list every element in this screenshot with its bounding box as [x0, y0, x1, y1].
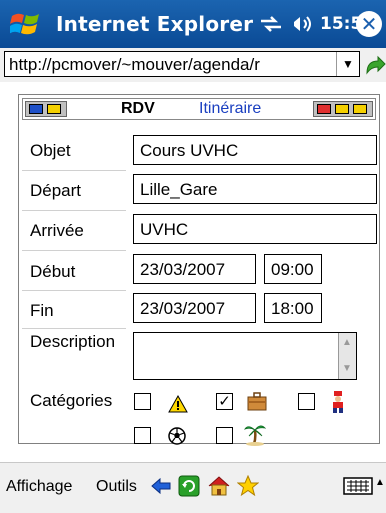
- menu-bar: Affichage Outils ▲: [0, 462, 386, 513]
- url-text: http://pcmover/~mouver/agenda/r: [9, 55, 260, 74]
- url-dropdown-icon[interactable]: ▼: [336, 52, 359, 76]
- category-checkbox-sport[interactable]: [134, 427, 151, 444]
- menu-affichage[interactable]: Affichage: [6, 478, 72, 496]
- back-arrow-icon[interactable]: [150, 475, 172, 497]
- arrivee-field[interactable]: UVHC: [133, 214, 377, 244]
- debut-label: Début: [30, 262, 76, 281]
- arrivee-label: Arrivée: [30, 221, 84, 240]
- toolbar-left-icons[interactable]: [25, 101, 67, 117]
- input-menu-arrow-icon[interactable]: ▲: [375, 477, 385, 488]
- address-bar: http://pcmover/~mouver/agenda/r ▼: [0, 48, 386, 82]
- tab-itineraire[interactable]: Itinéraire: [199, 100, 261, 118]
- debut-time-field[interactable]: 09:00: [264, 254, 322, 284]
- go-arrow-icon[interactable]: [364, 55, 386, 77]
- toolbar-right-icons[interactable]: [313, 101, 373, 117]
- category-checkbox-work[interactable]: ✓: [216, 393, 233, 410]
- objet-field[interactable]: Cours UVHC: [133, 135, 377, 165]
- grid-icon[interactable]: [29, 104, 43, 114]
- fin-date-field[interactable]: 23/03/2007: [133, 293, 256, 323]
- row-divider: [22, 210, 126, 211]
- debut-date-field[interactable]: 23/03/2007: [133, 254, 256, 284]
- arrow-down-icon[interactable]: [47, 104, 61, 114]
- url-input[interactable]: http://pcmover/~mouver/agenda/r ▼: [4, 51, 360, 77]
- fin-time-field[interactable]: 18:00: [264, 293, 322, 323]
- home-icon[interactable]: [208, 475, 230, 497]
- row-divider: [22, 328, 126, 329]
- palm-tree-icon: [244, 425, 266, 446]
- description-textarea[interactable]: ▲ ▼: [133, 332, 357, 380]
- description-label: Description: [30, 332, 116, 351]
- keyboard-icon[interactable]: [343, 475, 373, 497]
- grid-red-icon[interactable]: [317, 104, 331, 114]
- categories-label: Catégories: [30, 391, 113, 410]
- favorites-icon[interactable]: [237, 475, 259, 497]
- person-icon: [333, 391, 343, 413]
- title-bar: Internet Explorer 15:51 ✕: [0, 0, 386, 48]
- menu-outils[interactable]: Outils: [96, 478, 137, 496]
- close-button[interactable]: ✕: [356, 11, 382, 37]
- category-checkbox-person[interactable]: [298, 393, 315, 410]
- description-scrollbar[interactable]: ▲ ▼: [338, 333, 356, 379]
- warning-icon: [168, 394, 188, 413]
- windows-start-icon[interactable]: [10, 10, 40, 38]
- category-checkbox-vacation[interactable]: [216, 427, 233, 444]
- volume-icon[interactable]: [290, 13, 314, 35]
- connectivity-icon[interactable]: [259, 13, 283, 35]
- objet-label: Objet: [30, 141, 71, 160]
- delete-icon[interactable]: [335, 104, 349, 114]
- scroll-down-icon[interactable]: ▼: [341, 363, 353, 375]
- row-divider: [22, 250, 126, 251]
- app-title: Internet Explorer: [56, 12, 254, 36]
- refresh-icon[interactable]: [178, 475, 200, 497]
- soccer-ball-icon: [168, 427, 186, 445]
- fin-label: Fin: [30, 301, 54, 320]
- depart-label: Départ: [30, 181, 82, 200]
- row-divider: [22, 170, 126, 171]
- briefcase-icon: [247, 392, 267, 411]
- scroll-up-icon[interactable]: ▲: [341, 337, 353, 349]
- row-divider: [22, 290, 126, 291]
- form-tabs: RDV Itinéraire: [22, 98, 376, 120]
- category-checkbox-warning[interactable]: [134, 393, 151, 410]
- tab-rdv[interactable]: RDV: [121, 100, 155, 118]
- save-icon[interactable]: [353, 104, 367, 114]
- depart-field[interactable]: Lille_Gare: [133, 174, 377, 204]
